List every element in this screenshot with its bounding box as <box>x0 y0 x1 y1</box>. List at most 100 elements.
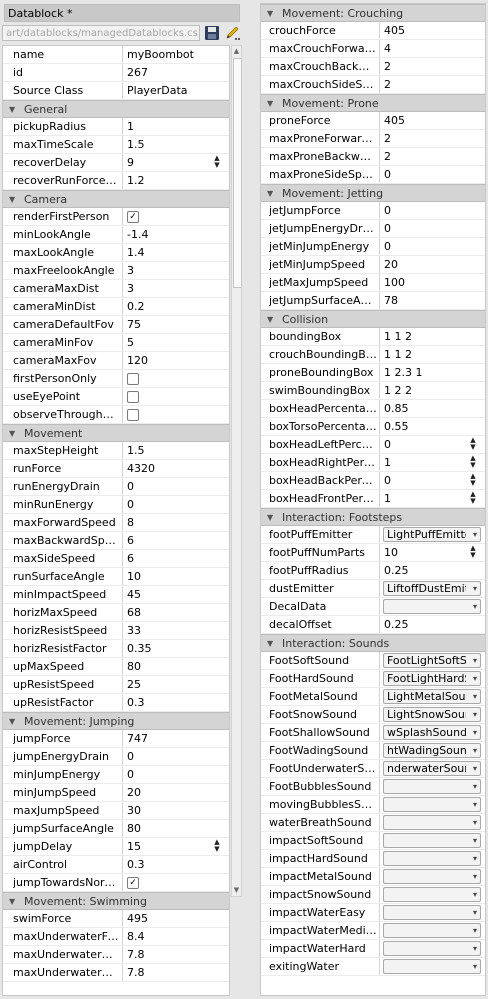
property-value-field[interactable]: 267 <box>127 64 225 81</box>
property-checkbox[interactable] <box>127 409 139 421</box>
section-movement-swimming[interactable]: ▼ Movement: Swimming <box>3 892 229 910</box>
section-movement-jumping[interactable]: ▼ Movement: Jumping <box>3 712 229 730</box>
spinner-arrows-icon[interactable]: ▲ ▼ <box>467 545 479 560</box>
property-value-field[interactable]: 4 <box>384 40 481 57</box>
section-movement-prone[interactable]: ▼ Movement: Prone <box>261 94 485 112</box>
property-dropdown[interactable]: ▾ <box>383 941 481 956</box>
collapse-triangle-icon[interactable]: ▼ <box>267 509 273 526</box>
collapse-triangle-icon[interactable]: ▼ <box>9 713 15 730</box>
property-checkbox[interactable]: ✓ <box>127 877 139 889</box>
chevron-down-icon[interactable]: ▾ <box>473 780 477 793</box>
property-checkbox[interactable] <box>127 391 139 403</box>
property-value-field[interactable]: 100 <box>384 274 481 291</box>
spinner-arrows-icon[interactable]: ▲ ▼ <box>467 491 479 506</box>
property-value-field[interactable]: 7.8 <box>127 964 225 981</box>
property-value-field[interactable]: 2 <box>384 58 481 75</box>
chevron-down-icon[interactable]: ▾ <box>473 690 477 703</box>
save-icon[interactable] <box>203 25 221 41</box>
property-value-field[interactable]: 0 <box>384 220 481 237</box>
chevron-down-icon[interactable]: ▾ <box>473 582 477 595</box>
property-value-field[interactable]: 1.4 <box>127 244 225 261</box>
collapse-triangle-icon[interactable]: ▼ <box>9 893 15 910</box>
chevron-down-icon[interactable]: ▾ <box>473 924 477 937</box>
property-value-field[interactable]: myBoombot <box>127 46 225 63</box>
property-value-field[interactable]: 0 <box>127 478 225 495</box>
property-value-field[interactable]: 0 <box>384 202 481 219</box>
collapse-triangle-icon[interactable]: ▼ <box>267 95 273 112</box>
property-value-field[interactable]: 10 <box>127 568 225 585</box>
property-value-field[interactable]: 1.2 <box>127 172 225 189</box>
chevron-down-icon[interactable]: ▾ <box>473 906 477 919</box>
pencil-icon[interactable] <box>224 25 242 41</box>
chevron-down-icon[interactable]: ▾ <box>473 654 477 667</box>
chevron-down-icon[interactable]: ▾ <box>473 798 477 811</box>
property-value-field[interactable]: 495 <box>127 910 225 927</box>
property-dropdown[interactable]: ▾ <box>383 779 481 794</box>
property-dropdown[interactable]: ▾ <box>383 923 481 938</box>
chevron-down-icon[interactable]: ▾ <box>473 600 477 613</box>
property-dropdown[interactable]: FootLightHardSound ▾ <box>383 671 481 686</box>
property-value-field[interactable]: 747 <box>127 730 225 747</box>
property-value-field[interactable]: 1 2.3 1 <box>384 364 481 381</box>
property-value-field[interactable]: 405 <box>384 22 481 39</box>
property-value-field[interactable]: 1 1 2 <box>384 328 481 345</box>
section-movement[interactable]: ▼ Movement <box>3 424 229 442</box>
property-value-field[interactable]: 4320 <box>127 460 225 477</box>
property-value-field[interactable]: 25 <box>127 676 225 693</box>
property-value-field[interactable]: 1 2 2 <box>384 382 481 399</box>
property-value-field[interactable]: 0.2 <box>127 298 225 315</box>
section-collision[interactable]: ▼ Collision <box>261 310 485 328</box>
property-dropdown[interactable]: ▾ <box>383 959 481 974</box>
property-value-field[interactable]: 0.25 <box>384 562 481 579</box>
chevron-down-icon[interactable]: ▾ <box>473 762 477 775</box>
property-value-field[interactable]: 3 <box>127 262 225 279</box>
property-value-field[interactable]: 1.5 <box>127 136 225 153</box>
chevron-down-icon[interactable]: ▾ <box>473 942 477 955</box>
property-dropdown[interactable]: FootLightSoftSound ▾ <box>383 653 481 668</box>
scroll-up-icon[interactable]: ▲ <box>233 47 240 56</box>
property-value-field[interactable]: 0 <box>127 496 225 513</box>
property-value-field[interactable]: 0.35 <box>127 640 225 657</box>
datablock-file-field[interactable]: art/datablocks/managedDatablocks.cs <box>2 25 200 41</box>
property-value-field[interactable]: 3 <box>127 280 225 297</box>
property-value-field[interactable]: 7.8 <box>127 946 225 963</box>
property-dropdown[interactable]: LightMetalSound ▾ <box>383 689 481 704</box>
chevron-down-icon[interactable]: ▾ <box>473 852 477 865</box>
collapse-triangle-icon[interactable]: ▼ <box>267 185 273 202</box>
collapse-triangle-icon[interactable]: ▼ <box>267 5 273 22</box>
chevron-down-icon[interactable]: ▾ <box>473 816 477 829</box>
property-value-field[interactable]: 0.85 <box>384 400 481 417</box>
property-value-field[interactable]: 80 <box>127 658 225 675</box>
property-value-field[interactable]: 0 <box>127 766 225 783</box>
section-interaction-sounds[interactable]: ▼ Interaction: Sounds <box>261 634 485 652</box>
property-value-field[interactable]: 1.5 <box>127 442 225 459</box>
section-general[interactable]: ▼ General <box>3 100 229 118</box>
property-dropdown[interactable]: ▾ <box>383 599 481 614</box>
collapse-triangle-icon[interactable]: ▼ <box>9 425 15 442</box>
property-value-field[interactable]: 0.3 <box>127 856 225 873</box>
left-scrollbar[interactable]: ▲ ▼ <box>231 45 242 897</box>
spinner-arrows-icon[interactable]: ▲ ▼ <box>211 839 223 854</box>
property-checkbox[interactable] <box>127 373 139 385</box>
chevron-down-icon[interactable]: ▾ <box>473 744 477 757</box>
collapse-triangle-icon[interactable]: ▼ <box>9 101 15 118</box>
property-value-field[interactable]: 30 <box>127 802 225 819</box>
property-value-field[interactable]: 8.4 <box>127 928 225 945</box>
spinner-arrows-icon[interactable]: ▲ ▼ <box>467 437 479 452</box>
section-movement-jetting[interactable]: ▼ Movement: Jetting <box>261 184 485 202</box>
property-value-field[interactable]: 0.55 <box>384 418 481 435</box>
property-value-field[interactable]: -1.4 <box>127 226 225 243</box>
property-value-field[interactable]: 6 <box>127 550 225 567</box>
property-value-field[interactable]: 0.3 <box>127 694 225 711</box>
property-value-field[interactable]: 75 <box>127 316 225 333</box>
property-value-field[interactable]: 80 <box>127 820 225 837</box>
property-value-field[interactable]: 2 <box>384 130 481 147</box>
chevron-down-icon[interactable]: ▾ <box>473 960 477 973</box>
section-interaction-footsteps[interactable]: ▼ Interaction: Footsteps <box>261 508 485 526</box>
spinner-arrows-icon[interactable]: ▲ ▼ <box>467 455 479 470</box>
property-checkbox[interactable]: ✓ <box>127 211 139 223</box>
property-value-field[interactable]: 0 <box>384 238 481 255</box>
property-value-field[interactable]: 0 <box>384 166 481 183</box>
scroll-down-icon[interactable]: ▼ <box>233 886 240 895</box>
property-value-field[interactable]: 2 <box>384 148 481 165</box>
